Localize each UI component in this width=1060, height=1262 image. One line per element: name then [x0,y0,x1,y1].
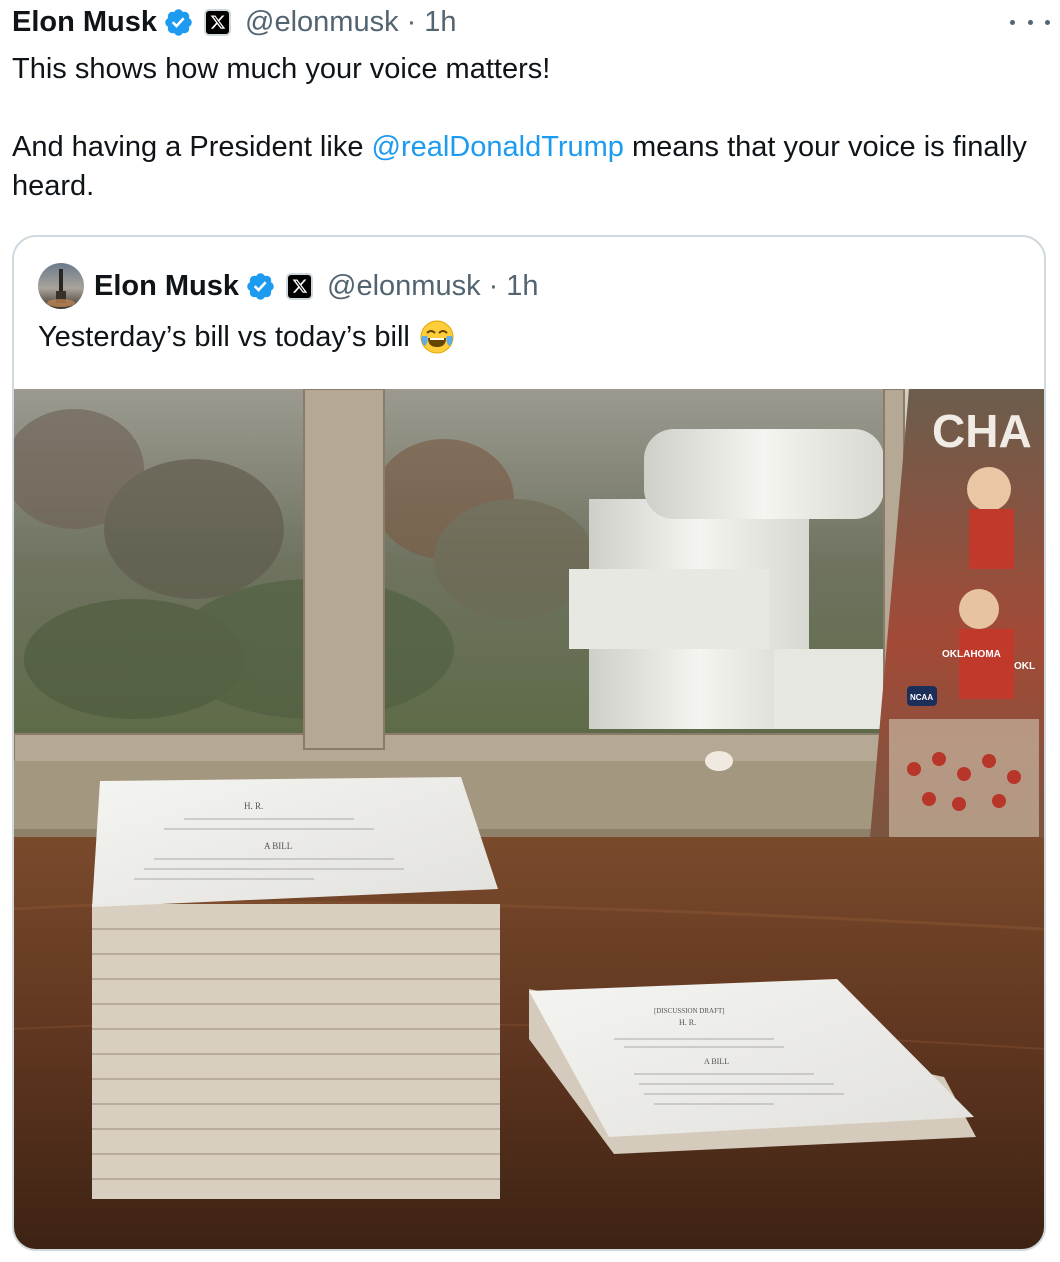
separator-dot: · [406,5,417,38]
quoted-text: Yesterday’s bill vs today’s bill [38,321,410,353]
mention-link[interactable]: @realDonaldTrump [372,131,624,163]
bill-title-text: A BILL [704,1057,729,1066]
tweet-text-line: And having a President like @realDonaldT… [12,128,1042,206]
x-logo-icon [204,8,232,36]
author-handle[interactable]: @elonmusk [245,6,399,39]
face-with-tears-of-joy-icon [418,318,456,356]
bill-header-text: H. R. [679,1018,696,1027]
bill-draft-text: [DISCUSSION DRAFT] [654,1007,725,1015]
bill-header-text: H. R. [244,801,263,811]
quoted-tweet[interactable]: Elon Musk @elonmusk · 1h Yesterday’s bil… [12,235,1046,1251]
tweet-header: Elon Musk @elonmusk · 1h [12,2,457,42]
tweet-timestamp[interactable]: 1h [424,6,456,39]
more-options-icon[interactable] [1010,10,1050,34]
poster-logo-text: NCAA [910,693,933,702]
dot [1010,19,1015,25]
poster-text: CHA [932,405,1032,457]
tweet-text-segment: And having a President like [12,131,372,163]
quoted-author-handle[interactable]: @elonmusk [327,270,481,303]
dot [1045,19,1050,25]
verified-badge-icon[interactable] [163,7,194,38]
avatar[interactable] [38,263,84,309]
quoted-tweet-header: Elon Musk @elonmusk · 1h [38,263,539,309]
tweet-text-line: This shows how much your voice matters! [12,53,551,85]
tweet-text: This shows how much your voice matters! … [12,50,1042,206]
bill-title-text: A BILL [264,841,292,851]
verified-badge-icon[interactable] [245,271,276,302]
tweet[interactable]: Elon Musk @elonmusk · 1h This shows how … [0,0,1060,1262]
separator-dot: · [488,269,499,302]
quoted-tweet-photo[interactable]: CHA OKLAHOMA OKL NCAA H. R. A BILL [DISC… [14,389,1044,1249]
large-bill-stack: H. R. A BILL [92,777,500,1199]
quoted-author-name[interactable]: Elon Musk [94,270,239,303]
quoted-tweet-text: Yesterday’s bill vs today’s bill [38,317,456,357]
poster-jersey-text: OKL [1014,661,1035,672]
author-name[interactable]: Elon Musk [12,6,157,39]
dot [1027,19,1033,25]
poster-jersey-text: OKLAHOMA [942,649,1001,660]
quoted-timestamp[interactable]: 1h [506,270,538,303]
x-logo-icon [286,272,314,300]
